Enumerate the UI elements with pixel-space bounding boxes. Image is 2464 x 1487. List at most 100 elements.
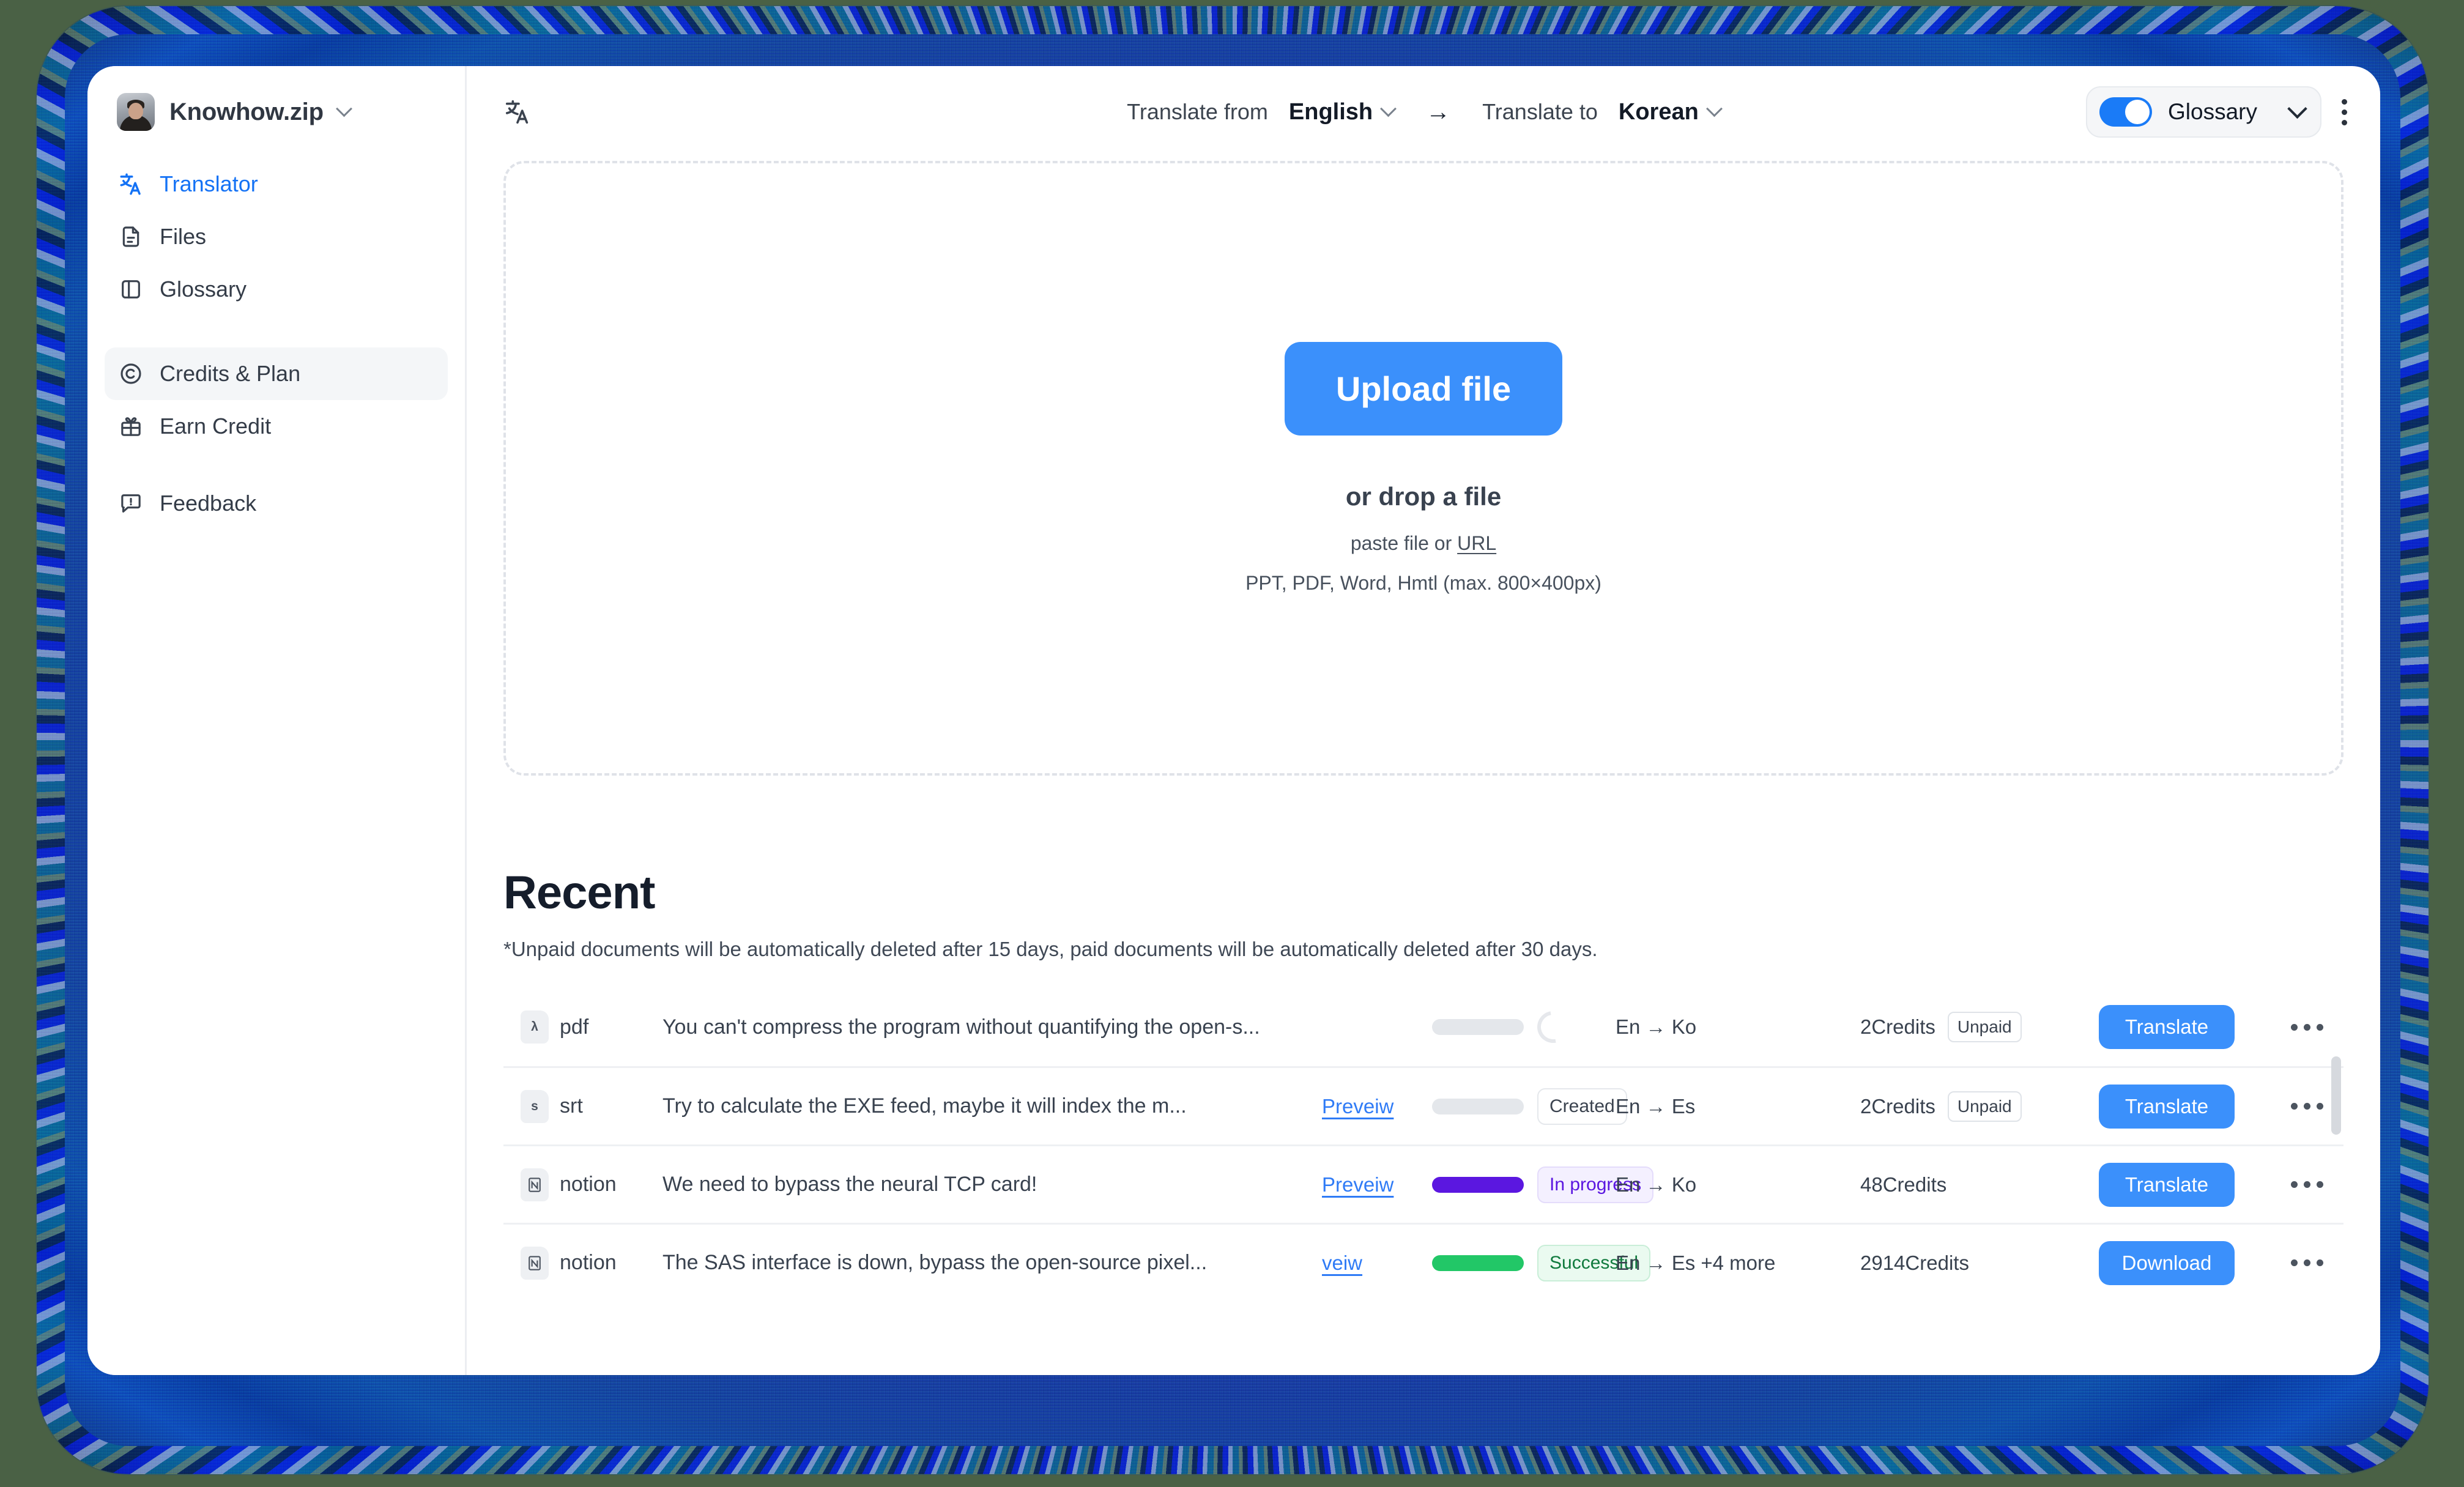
document-name: We need to bypass the neural TCP card! xyxy=(662,1173,1037,1196)
sidebar-item-translator[interactable]: Translator xyxy=(105,158,448,210)
sidebar-item-files[interactable]: Files xyxy=(105,210,448,263)
app-window: Knowhow.zip Translator Files Glossary Cr… xyxy=(87,66,2380,1375)
main-area: Translate from English → Translate to Ko… xyxy=(467,66,2380,1375)
translate-button[interactable]: Translate xyxy=(2099,1005,2235,1049)
row-action-cell: Download xyxy=(2099,1240,2270,1285)
avatar xyxy=(117,93,155,131)
workspace-switcher[interactable]: Knowhow.zip xyxy=(87,66,465,158)
translate-icon xyxy=(503,98,532,126)
chevron-down-icon xyxy=(1380,100,1397,117)
credits-value: 2914Credits xyxy=(1860,1251,1969,1274)
row-more-menu[interactable] xyxy=(2270,1259,2343,1266)
retention-note: *Unpaid documents will be automatically … xyxy=(503,938,1598,960)
table-row[interactable]: notion The SAS interface is down, bypass … xyxy=(503,1223,2343,1301)
topbar: Translate from English → Translate to Ko… xyxy=(467,66,2380,158)
progress-bar xyxy=(1432,1255,1524,1271)
document-name: You can't compress the program without q… xyxy=(662,1015,1260,1039)
progress-bar xyxy=(1432,1098,1524,1114)
file-type-label: notion xyxy=(560,1251,617,1274)
list-scrollbar[interactable] xyxy=(2331,1056,2341,1135)
table-row[interactable]: s srt Try to calculate the EXE feed, maybe… xyxy=(503,1066,2343,1144)
file-type-cell: s srt xyxy=(521,1089,662,1123)
preview-link[interactable]: Preveiw xyxy=(1322,1095,1432,1118)
row-action-cell: Translate xyxy=(2099,1005,2270,1049)
sidebar-nav: Translator Files Glossary Credits & Plan… xyxy=(87,158,465,530)
more-horizontal-icon xyxy=(2290,1023,2323,1031)
file-type-icon: λ xyxy=(521,1010,549,1044)
copyright-icon xyxy=(118,361,144,387)
translate-icon xyxy=(118,171,144,197)
arrow-right-icon: → xyxy=(1426,98,1451,125)
sidebar-item-label: Translator xyxy=(160,171,258,196)
source-language-select[interactable]: English xyxy=(1288,98,1397,125)
sidebar-item-label: Credits & Plan xyxy=(160,361,301,386)
progress-cell: Successful xyxy=(1432,1244,1651,1281)
credits-value: 48Credits xyxy=(1860,1173,1947,1196)
sidebar-item-glossary[interactable]: Glossary xyxy=(105,263,448,316)
table-row[interactable]: λ pdf You can't compress the program witho… xyxy=(503,988,2343,1066)
content: Upload file or drop a file paste file or… xyxy=(467,158,2380,1375)
kebab-menu-icon[interactable] xyxy=(2340,98,2348,125)
dropzone-title: or drop a file xyxy=(1345,482,1502,511)
more-horizontal-icon xyxy=(2290,1181,2323,1188)
language-pair: En → Es +4 more xyxy=(1616,1251,1776,1274)
document-name: The SAS interface is down, bypass the op… xyxy=(662,1251,1208,1274)
file-type-label: notion xyxy=(560,1173,617,1196)
file-type-icon: s xyxy=(521,1089,549,1123)
topbar-right: Glossary xyxy=(2086,86,2348,138)
sidebar-item-feedback[interactable]: Feedback xyxy=(105,477,448,530)
row-more-menu[interactable] xyxy=(2270,1023,2343,1031)
preview-link[interactable]: Preveiw xyxy=(1322,1173,1432,1196)
translate-to-label: Translate to xyxy=(1482,99,1598,124)
loading-spinner-icon xyxy=(1531,1004,1576,1050)
translate-button[interactable]: Translate xyxy=(2099,1162,2235,1207)
gift-icon xyxy=(118,413,144,439)
file-type-icon xyxy=(521,1246,549,1280)
row-action-cell: Translate xyxy=(2099,1084,2270,1129)
source-language-value: English xyxy=(1288,98,1373,125)
credits-cell: 2Credits Unpaid xyxy=(1860,1091,2099,1122)
credits-cell: 2Credits Unpaid xyxy=(1860,1012,2099,1042)
file-type-cell: notion xyxy=(521,1168,662,1201)
preview-link[interactable]: veiw xyxy=(1322,1252,1432,1275)
progress-cell: Created xyxy=(1432,1088,1627,1125)
row-more-menu[interactable] xyxy=(2270,1181,2343,1188)
language-pair: En → Es xyxy=(1616,1094,1696,1118)
credits-value: 2Credits xyxy=(1860,1094,1935,1118)
sidebar-item-credits-and-plan[interactable]: Credits & Plan xyxy=(105,347,448,400)
sidebar-item-label: Glossary xyxy=(160,276,247,302)
row-action-cell: Translate xyxy=(2099,1162,2270,1207)
credits-value: 2Credits xyxy=(1860,1015,1935,1038)
chevron-down-icon[interactable] xyxy=(2287,98,2307,119)
status-badge: Created xyxy=(1537,1088,1627,1125)
upload-file-button[interactable]: Upload file xyxy=(1284,342,1563,436)
more-horizontal-icon xyxy=(2290,1259,2323,1266)
more-horizontal-icon xyxy=(2290,1103,2323,1110)
translate-button[interactable]: Translate xyxy=(2099,1084,2235,1129)
file-type-label: pdf xyxy=(560,1015,589,1039)
target-language-value: Korean xyxy=(1618,98,1699,125)
url-link[interactable]: URL xyxy=(1457,532,1496,554)
progress-cell xyxy=(1432,1004,1616,1050)
paste-prefix-text: paste file or xyxy=(1350,532,1458,554)
table-row[interactable]: notion We need to bypass the neural TCP c… xyxy=(503,1144,2343,1223)
file-icon xyxy=(118,224,144,250)
feedback-icon xyxy=(118,491,144,516)
file-dropzone[interactable]: Upload file or drop a file paste file or… xyxy=(503,161,2343,776)
target-language-select[interactable]: Korean xyxy=(1618,98,1723,125)
download-button[interactable]: Download xyxy=(2099,1240,2235,1285)
sidebar: Knowhow.zip Translator Files Glossary Cr… xyxy=(87,66,467,1375)
file-type-cell: notion xyxy=(521,1246,662,1280)
page-title: Recent xyxy=(503,867,655,919)
file-type-cell: λ pdf xyxy=(521,1010,662,1044)
glossary-label: Glossary xyxy=(2168,99,2257,124)
sidebar-item-earn-credit[interactable]: Earn Credit xyxy=(105,400,448,453)
language-pair: En → Ko xyxy=(1616,1015,1697,1038)
glossary-toggle[interactable] xyxy=(2099,97,2153,127)
chevron-down-icon xyxy=(1705,100,1723,117)
sidebar-item-label: Earn Credit xyxy=(160,413,272,439)
glossary-control[interactable]: Glossary xyxy=(2086,86,2321,138)
dropzone-paste-hint: paste file or URL xyxy=(1351,532,1496,555)
chevron-down-icon xyxy=(335,100,352,117)
file-type-icon xyxy=(521,1168,549,1201)
